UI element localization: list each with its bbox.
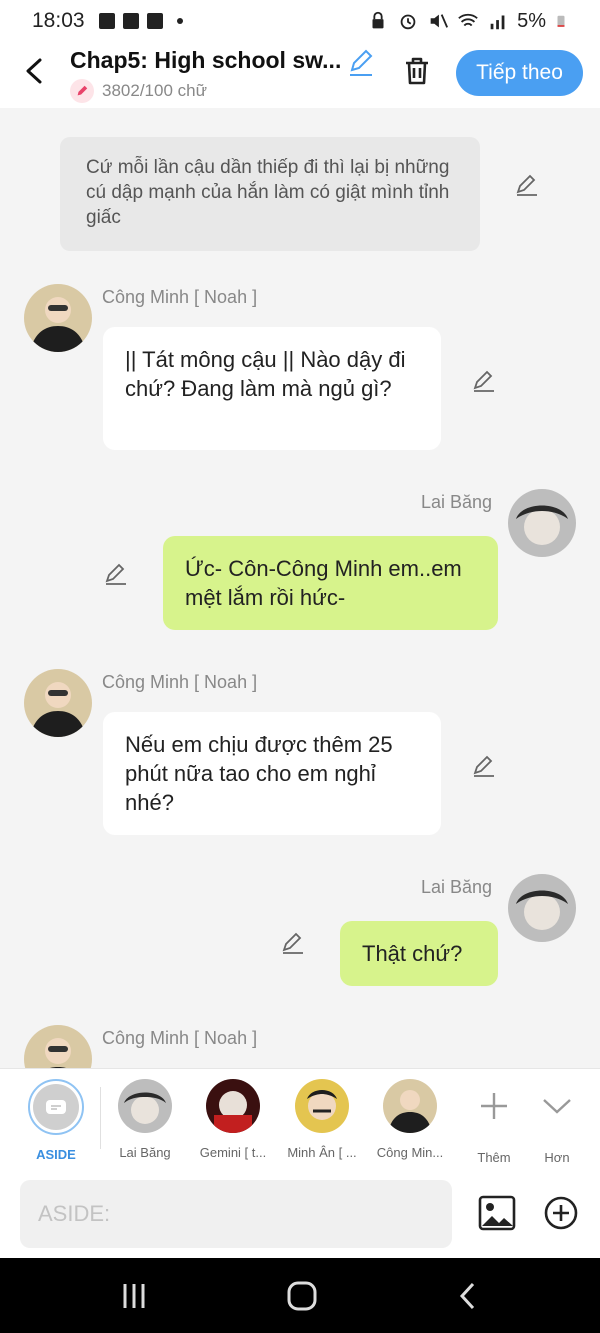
sender-name: Công Minh [ Noah ] (102, 672, 258, 692)
avatar (206, 1079, 260, 1133)
avatar (383, 1079, 437, 1133)
plus-icon (481, 1093, 507, 1119)
input-row (0, 1170, 600, 1258)
trash-icon[interactable] (400, 54, 434, 88)
chapter-title: Chap5: High school sw... (70, 47, 342, 73)
edit-icon[interactable] (280, 930, 306, 956)
home-icon[interactable] (285, 1280, 319, 1312)
message-bubble[interactable]: || Tát mông cậu || Nào dậy đi chứ? Đang … (103, 327, 441, 450)
avatar-lai-bang[interactable] (508, 489, 576, 557)
character-label: Công Min... (376, 1145, 444, 1160)
system-nav-bar (0, 1258, 600, 1333)
character-label: Minh Ân [ ... (287, 1145, 357, 1160)
character-cong-minh[interactable]: Công Min... (367, 1079, 453, 1160)
narration-block[interactable]: Cứ mỗi lần cậu dần thiếp đi thì lại bị n… (60, 137, 480, 251)
expand-label: Hơn (544, 1150, 570, 1165)
lock-icon (372, 11, 384, 29)
word-count-row: 3802/100 chữ (70, 79, 207, 103)
divider (100, 1087, 101, 1149)
avatar (118, 1079, 172, 1133)
character-label: ASIDE (36, 1147, 76, 1162)
chevron-down-icon (543, 1099, 571, 1114)
recent-apps-icon[interactable] (117, 1280, 151, 1312)
mute-icon (430, 14, 449, 28)
status-time: 18:03 (32, 9, 85, 32)
edit-title-icon[interactable] (346, 48, 376, 78)
message-bubble[interactable]: Ức- Côn-Công Minh em..em mệt lắm rồi hức… (163, 536, 498, 630)
expand-button[interactable]: Hơn (514, 1079, 600, 1165)
message-bubble[interactable]: Nếu em chịu được thêm 25 phút nữa tao ch… (103, 712, 441, 835)
avatar-cong-minh[interactable] (24, 1025, 92, 1068)
notification-icons (98, 13, 183, 29)
edit-icon[interactable] (103, 561, 129, 587)
word-count: 3802/100 chữ (102, 81, 207, 100)
avatar-lai-bang[interactable] (508, 874, 576, 942)
aside-chat-icon (46, 1100, 66, 1114)
alert-icon (122, 13, 139, 29)
image-icon[interactable] (478, 1194, 516, 1232)
image-icon (98, 13, 115, 29)
character-minh-an[interactable]: Minh Ân [ ... (279, 1079, 365, 1160)
edit-icon[interactable] (514, 172, 540, 198)
alarm-icon (400, 14, 416, 30)
avatar (295, 1079, 349, 1133)
edit-icon[interactable] (471, 753, 497, 779)
character-lai-bang[interactable]: Lai Băng (102, 1079, 188, 1160)
edit-icon[interactable] (471, 368, 497, 394)
status-bar: 18:03 5% (0, 0, 600, 42)
sender-name: Công Minh [ Noah ] (102, 287, 258, 307)
wifi-icon (458, 13, 478, 27)
message-input[interactable] (20, 1180, 452, 1248)
character-selector: ASIDE Lai Băng Gemini [ t... Minh Ân [ .… (0, 1068, 600, 1170)
pencil-icon (70, 79, 94, 103)
next-button[interactable]: Tiếp theo (456, 50, 583, 96)
avatar-cong-minh[interactable] (24, 669, 92, 737)
character-label: Gemini [ t... (199, 1145, 267, 1160)
sender-name: Công Minh [ Noah ] (102, 1028, 258, 1048)
character-gemini[interactable]: Gemini [ t... (190, 1079, 276, 1160)
sender-name: Lai Băng (421, 877, 493, 897)
message-bubble[interactable]: Thật chứ? (340, 921, 498, 986)
character-aside[interactable]: ASIDE (13, 1079, 99, 1162)
signal-icon (490, 15, 505, 30)
avatar-cong-minh[interactable] (24, 284, 92, 352)
dot-icon (176, 18, 183, 24)
header: Chap5: High school sw... 3802/100 chữ Ti… (0, 42, 600, 108)
battery-icon (557, 15, 565, 27)
add-circle-icon[interactable] (543, 1195, 579, 1231)
back-arrow-icon[interactable] (18, 54, 52, 88)
sender-name: Lai Băng (421, 492, 493, 512)
character-label: Lai Băng (119, 1145, 171, 1160)
chat-area: Cứ mỗi lần cậu dần thiếp đi thì lại bị n… (0, 108, 600, 1068)
battery-level: 5% (517, 9, 546, 32)
system-icons: 5% (367, 10, 568, 33)
back-nav-icon[interactable] (452, 1280, 486, 1312)
aside-avatar (28, 1079, 84, 1135)
shop-icon (146, 13, 163, 29)
